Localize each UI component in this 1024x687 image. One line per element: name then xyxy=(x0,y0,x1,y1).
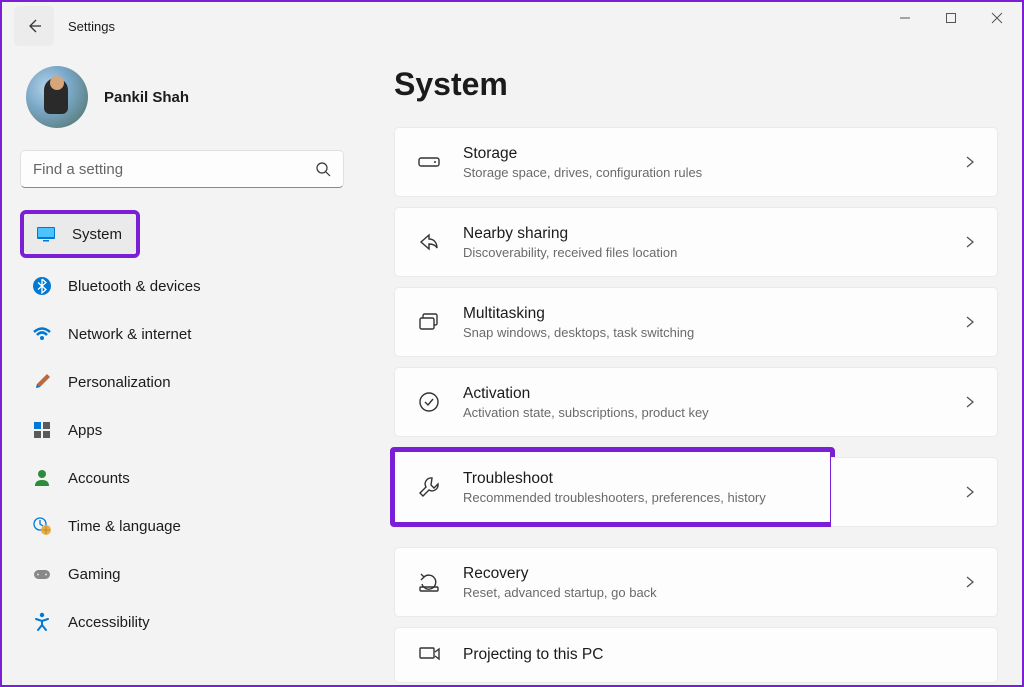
window-controls xyxy=(882,2,1020,34)
setting-projecting[interactable]: Projecting to this PC xyxy=(394,627,998,683)
sidebar-item-label: Bluetooth & devices xyxy=(68,278,201,295)
chevron-right-icon xyxy=(963,315,977,329)
maximize-button[interactable] xyxy=(928,2,974,34)
highlight-troubleshoot: Troubleshoot Recommended troubleshooters… xyxy=(390,447,835,527)
highlight-system: System xyxy=(20,210,140,258)
setting-multitasking[interactable]: Multitasking Snap windows, desktops, tas… xyxy=(394,287,998,357)
setting-subtitle: Activation state, subscriptions, product… xyxy=(463,405,963,420)
chevron-right-icon xyxy=(963,235,977,249)
chevron-right-icon xyxy=(963,395,977,409)
setting-title: Multitasking xyxy=(463,305,963,323)
sidebar: Pankil Shah System Bluetooth & devices xyxy=(2,50,362,685)
drive-icon xyxy=(415,148,443,176)
sidebar-item-accessibility[interactable]: Accessibility xyxy=(20,602,344,642)
setting-title: Storage xyxy=(463,145,963,163)
minimize-button[interactable] xyxy=(882,2,928,34)
gamepad-icon xyxy=(32,564,52,584)
share-icon xyxy=(415,228,443,256)
bluetooth-icon xyxy=(32,276,52,296)
sidebar-item-label: Gaming xyxy=(68,566,121,583)
wrench-icon xyxy=(415,473,443,501)
sidebar-item-label: Apps xyxy=(68,422,102,439)
windows-icon xyxy=(415,308,443,336)
sidebar-item-gaming[interactable]: Gaming xyxy=(20,554,344,594)
wifi-icon xyxy=(32,324,52,344)
close-button[interactable] xyxy=(974,2,1020,34)
avatar xyxy=(26,66,88,128)
sidebar-item-label: Network & internet xyxy=(68,326,191,343)
sidebar-item-label: Personalization xyxy=(68,374,171,391)
sidebar-item-accounts[interactable]: Accounts xyxy=(20,458,344,498)
sidebar-item-label: Time & language xyxy=(68,518,181,535)
sidebar-item-personalization[interactable]: Personalization xyxy=(20,362,344,402)
setting-title: Nearby sharing xyxy=(463,225,963,243)
titlebar: Settings xyxy=(2,2,1022,50)
sidebar-item-bluetooth[interactable]: Bluetooth & devices xyxy=(20,266,344,306)
sidebar-item-label: Accessibility xyxy=(68,614,150,631)
person-icon xyxy=(32,468,52,488)
sidebar-item-label: System xyxy=(72,226,122,243)
app-title: Settings xyxy=(68,19,115,34)
clock-globe-icon xyxy=(32,516,52,536)
monitor-icon xyxy=(36,224,56,244)
setting-subtitle: Discoverability, received files location xyxy=(463,245,963,260)
brush-icon xyxy=(32,372,52,392)
back-button[interactable] xyxy=(14,6,54,46)
page-title: System xyxy=(394,66,998,103)
chevron-right-icon xyxy=(963,575,977,589)
setting-nearby[interactable]: Nearby sharing Discoverability, received… xyxy=(394,207,998,277)
search-input[interactable] xyxy=(33,161,315,178)
apps-icon xyxy=(32,420,52,440)
accessibility-icon xyxy=(32,612,52,632)
setting-subtitle: Storage space, drives, configuration rul… xyxy=(463,165,963,180)
sidebar-item-apps[interactable]: Apps xyxy=(20,410,344,450)
chevron-right-icon xyxy=(963,155,977,169)
setting-title: Recovery xyxy=(463,565,963,583)
sidebar-item-label: Accounts xyxy=(68,470,130,487)
setting-storage[interactable]: Storage Storage space, drives, configura… xyxy=(394,127,998,197)
sidebar-item-system[interactable]: System xyxy=(24,214,136,254)
setting-subtitle: Reset, advanced startup, go back xyxy=(463,585,963,600)
setting-title: Troubleshoot xyxy=(463,470,810,488)
sidebar-item-time[interactable]: Time & language xyxy=(20,506,344,546)
arrow-left-icon xyxy=(26,18,42,34)
setting-subtitle: Snap windows, desktops, task switching xyxy=(463,325,963,340)
recovery-icon xyxy=(415,568,443,596)
setting-activation[interactable]: Activation Activation state, subscriptio… xyxy=(394,367,998,437)
content-area: System Storage Storage space, drives, co… xyxy=(362,50,1022,685)
profile[interactable]: Pankil Shah xyxy=(26,66,344,128)
profile-name: Pankil Shah xyxy=(104,89,189,106)
search-icon xyxy=(315,161,331,177)
setting-subtitle: Recommended troubleshooters, preferences… xyxy=(463,490,810,505)
sidebar-item-network[interactable]: Network & internet xyxy=(20,314,344,354)
search-box[interactable] xyxy=(20,150,344,188)
setting-troubleshoot[interactable]: Troubleshoot Recommended troubleshooters… xyxy=(395,452,830,522)
setting-recovery[interactable]: Recovery Reset, advanced startup, go bac… xyxy=(394,547,998,617)
setting-troubleshoot-ext[interactable] xyxy=(831,457,998,527)
check-circle-icon xyxy=(415,388,443,416)
project-icon xyxy=(415,641,443,669)
setting-title: Activation xyxy=(463,385,963,403)
chevron-right-icon xyxy=(963,485,977,499)
setting-title: Projecting to this PC xyxy=(463,646,977,664)
